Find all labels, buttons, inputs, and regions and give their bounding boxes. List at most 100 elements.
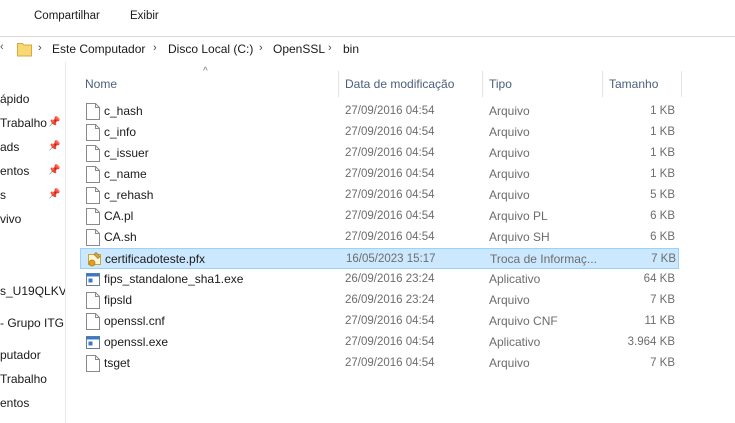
file-row[interactable]: openssl.exe 27/09/2016 04:54 Aplicativo 3.9… [80,332,679,353]
chevron-left-icon: ‹ [0,41,4,53]
file-icon [86,229,100,246]
file-type: Aplicativo [489,272,541,286]
menu-exibir[interactable]: Exibir [130,10,159,22]
column-header-name[interactable]: Nome [85,71,335,97]
file-size: 6 KB [650,231,675,243]
file-size: 1 KB [650,105,675,117]
file-row[interactable]: c_name 27/09/2016 04:54 Arquivo 1 KB [80,164,679,185]
exe-icon [86,334,100,351]
file-row[interactable]: tsget 27/09/2016 04:54 Arquivo 7 KB [80,353,679,374]
column-header-size[interactable]: Tamanho [609,71,679,97]
nav-item-downloads[interactable]: ads [0,136,19,158]
column-divider[interactable] [681,71,682,97]
nav-item-area-de-trabalho[interactable]: Trabalho [0,112,47,134]
nav-item-arquivo[interactable]: vivo [0,208,21,230]
nav-item-acesso-rapido[interactable]: ápido [0,88,29,110]
navigation-pane: ápido Trabalho 📌 ads 📌 entos 📌 s 📌 vivo … [0,62,66,423]
column-header-date[interactable]: Data de modificação [345,71,479,97]
file-name: CA.sh [104,230,137,244]
nav-item-area-de-trabalho-2[interactable]: Trabalho [0,368,47,390]
file-row[interactable]: fips_standalone_sha1.exe 26/09/2016 23:24… [80,269,679,290]
file-size: 11 KB [644,315,675,327]
file-name: c_name [104,167,147,181]
file-name: c_info [104,125,137,139]
file-size: 5 KB [650,189,675,201]
file-date: 27/09/2016 04:54 [345,168,435,180]
file-row[interactable]: CA.sh 27/09/2016 04:54 Arquivo SH 6 KB [80,227,679,248]
column-divider[interactable] [482,71,483,97]
file-row[interactable]: fipsld 26/09/2016 23:24 Arquivo 7 KB [80,290,679,311]
nav-item-imagens[interactable]: s [0,184,6,206]
file-name: fipsld [104,293,133,307]
file-row[interactable]: openssl.cnf 27/09/2016 04:54 Arquivo CNF 11… [80,311,679,332]
file-row[interactable]: certificadoteste.pfx 16/05/2023 15:17 Troc… [80,248,679,269]
file-name: openssl.exe [104,335,169,349]
file-row[interactable]: c_issuer 27/09/2016 04:54 Arquivo 1 KB [80,143,679,164]
nav-item-documentos-2[interactable]: entos [0,392,29,414]
file-type: Arquivo SH [489,230,550,244]
pin-icon: 📌 [48,141,61,152]
file-size: 7 KB [651,253,676,265]
nav-item-grupo-itg[interactable]: - Grupo ITG [0,312,64,334]
file-type: Arquivo PL [489,209,548,223]
file-icon [86,355,100,372]
file-size: 1 KB [650,168,675,180]
menu-compartilhar[interactable]: Compartilhar [34,10,100,22]
file-type: Arquivo [489,356,530,370]
file-date: 27/09/2016 04:54 [345,210,435,222]
file-type: Arquivo [489,125,530,139]
breadcrumb-este-computador[interactable]: Este Computador [52,42,145,56]
column-divider[interactable] [602,71,603,97]
file-icon [86,187,100,204]
file-type: Arquivo [489,146,530,160]
file-name: fips_standalone_sha1.exe [104,272,244,286]
pin-icon: 📌 [48,117,61,128]
file-size: 1 KB [650,126,675,138]
nav-item-documentos[interactable]: entos [0,160,29,182]
file-date: 27/09/2016 04:54 [345,231,435,243]
file-date: 27/09/2016 04:54 [345,189,435,201]
breadcrumb-separator-icon: › [328,42,332,54]
file-size: 6 KB [650,210,675,222]
file-type: Aplicativo [489,335,541,349]
file-type: Arquivo [489,104,530,118]
pin-icon: 📌 [48,165,61,176]
file-size: 7 KB [650,357,675,369]
file-size: 64 KB [643,273,675,285]
certificate-icon [87,251,101,268]
breadcrumb-openssl[interactable]: OpenSSL [273,42,325,56]
file-icon [86,292,100,309]
file-date: 27/09/2016 04:54 [345,315,435,327]
file-date: 27/09/2016 04:54 [345,357,435,369]
file-date: 27/09/2016 04:54 [345,147,435,159]
file-size: 3.964 KB [627,336,675,348]
file-name: c_issuer [104,146,149,160]
file-type: Arquivo [489,293,530,307]
file-icon [86,103,100,120]
pin-icon: 📌 [48,189,61,200]
file-row[interactable]: CA.pl 27/09/2016 04:54 Arquivo PL 6 KB [80,206,679,227]
column-header-type[interactable]: Tipo [489,71,599,97]
exe-icon [86,271,100,288]
file-icon [86,124,100,141]
file-icon [86,145,100,162]
file-row[interactable]: c_rehash 27/09/2016 04:54 Arquivo 5 KB [80,185,679,206]
file-type: Arquivo [489,167,530,181]
nav-item-este-computador[interactable]: putador [0,344,41,366]
file-row[interactable]: c_info 27/09/2016 04:54 Arquivo 1 KB [80,122,679,143]
file-date: 27/09/2016 04:54 [345,105,435,117]
breadcrumb-bin[interactable]: bin [343,42,359,56]
file-date: 26/09/2016 23:24 [345,273,435,285]
file-name: certificadoteste.pfx [105,252,206,266]
breadcrumb-disco-local[interactable]: Disco Local (C:) [168,42,253,56]
menu-bar: Compartilhar Exibir [0,0,735,32]
file-name: c_rehash [104,188,154,202]
file-row[interactable]: c_hash 27/09/2016 04:54 Arquivo 1 KB [80,101,679,122]
file-date: 27/09/2016 04:54 [345,336,435,348]
nav-item-onedrive[interactable]: s_U19QLKVII [0,280,65,302]
file-size: 1 KB [650,147,675,159]
column-divider[interactable] [338,71,339,97]
file-date: 26/09/2016 23:24 [345,294,435,306]
file-date: 27/09/2016 04:54 [345,126,435,138]
address-bar[interactable]: ‹ › Este Computador › Disco Local (C:) ›… [0,36,735,62]
